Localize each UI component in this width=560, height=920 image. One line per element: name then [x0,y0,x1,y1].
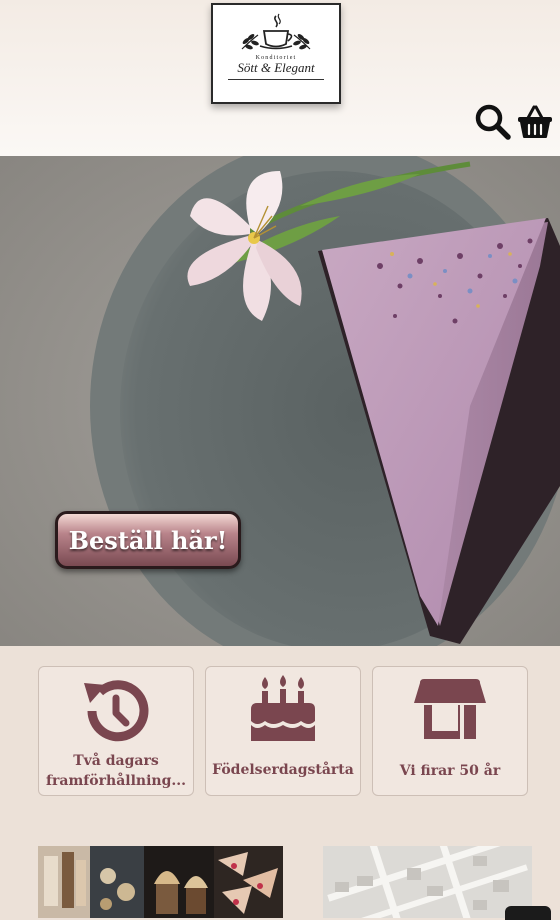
store-icon [414,679,486,739]
card-advance-notice[interactable]: Två dagars framförhållning... [38,666,194,796]
coffee-cup-logo-icon [241,13,311,50]
history-icon [84,680,149,742]
pastries-collage-image[interactable] [38,846,283,918]
site-header: Konditoriet Sött & Elegant [0,0,560,156]
map-image[interactable] [323,846,532,918]
logo-name: Sött & Elegant [237,60,315,75]
hero-banner [0,156,560,646]
card-birthday-cake[interactable]: Födelserdagstårta [205,666,361,796]
hero-image [0,156,560,646]
card-label: Vi firar 50 år [399,763,501,779]
birthday-cake-icon [251,675,315,741]
card-label: Två dagars framförhållning... [46,753,186,789]
order-here-button[interactable]: Beställ här! [55,511,241,569]
logo-underline [228,79,324,80]
search-icon[interactable] [474,104,512,140]
card-label: Födelserdagstårta [212,762,354,778]
logo[interactable]: Konditoriet Sött & Elegant [211,3,341,104]
card-anniversary[interactable]: Vi firar 50 år [372,666,528,796]
shopping-basket-icon[interactable] [517,104,553,140]
